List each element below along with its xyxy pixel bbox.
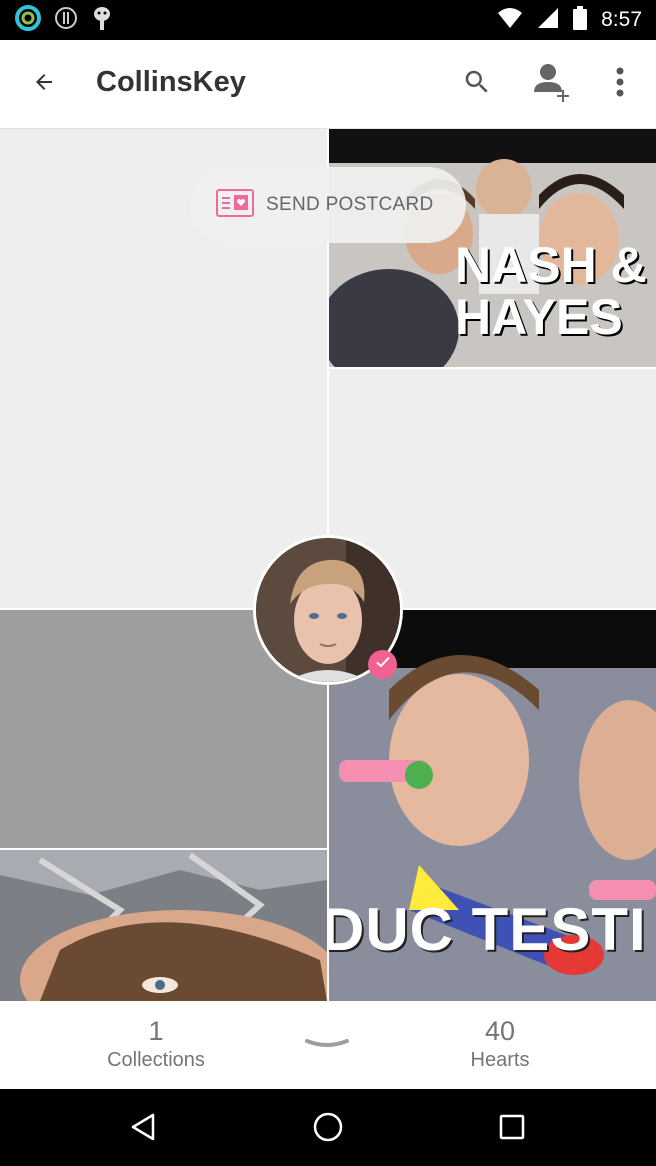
verified-badge	[368, 650, 397, 679]
status-bar: 8:57	[0, 0, 656, 40]
postcard-icon	[216, 188, 254, 222]
more-vert-icon	[616, 67, 624, 102]
android-debug-icon	[90, 4, 114, 37]
square-recents-icon	[498, 1113, 526, 1146]
hearts-label: Hearts	[470, 1049, 530, 1071]
search-icon	[462, 67, 492, 102]
more-options-button[interactable]	[596, 60, 644, 108]
battery-icon	[573, 5, 588, 35]
nav-back-button[interactable]	[122, 1107, 166, 1151]
hearts-stat[interactable]: 40 Hearts	[410, 1015, 590, 1073]
photo-tile-pillow[interactable]	[0, 850, 327, 1001]
collections-label: Collections	[107, 1049, 205, 1071]
ring-app-icon	[14, 4, 42, 37]
search-button[interactable]	[453, 60, 501, 108]
app-bar: CollinsKey	[0, 40, 656, 129]
chevron-down-icon	[303, 1038, 351, 1055]
collapse-handle[interactable]	[303, 1037, 351, 1057]
page-title: CollinsKey	[96, 66, 246, 98]
back-arrow-icon	[32, 70, 56, 99]
add-person-button[interactable]	[528, 60, 576, 108]
system-nav-bar	[0, 1089, 656, 1166]
back-button[interactable]	[20, 60, 68, 108]
collections-stat[interactable]: 1 Collections	[66, 1015, 246, 1073]
product-testing-caption: DUC TESTI	[329, 896, 647, 963]
circle-home-icon	[312, 1111, 344, 1148]
signal-icon	[537, 7, 559, 34]
photo-tile-nash-hayes[interactable]: NASH & HAYES	[329, 129, 656, 367]
profile-stats: 1 Collections 40 Hearts	[0, 1001, 656, 1089]
wifi-icon	[497, 7, 523, 34]
info-icon	[54, 6, 78, 35]
collections-count: 1	[148, 1016, 164, 1046]
nav-home-button[interactable]	[306, 1107, 350, 1151]
clock: 8:57	[601, 8, 642, 31]
hearts-count: 40	[484, 1016, 516, 1046]
triangle-back-icon	[129, 1112, 159, 1147]
send-postcard-label: SEND POSTCARD	[266, 194, 434, 215]
nav-recents-button[interactable]	[490, 1107, 534, 1151]
add-person-icon	[530, 60, 574, 109]
nash-hayes-caption: NASH & HAYES	[455, 237, 647, 345]
send-postcard-button[interactable]: SEND POSTCARD	[190, 167, 466, 243]
pillow-photo	[0, 850, 327, 1001]
check-icon	[375, 654, 391, 675]
